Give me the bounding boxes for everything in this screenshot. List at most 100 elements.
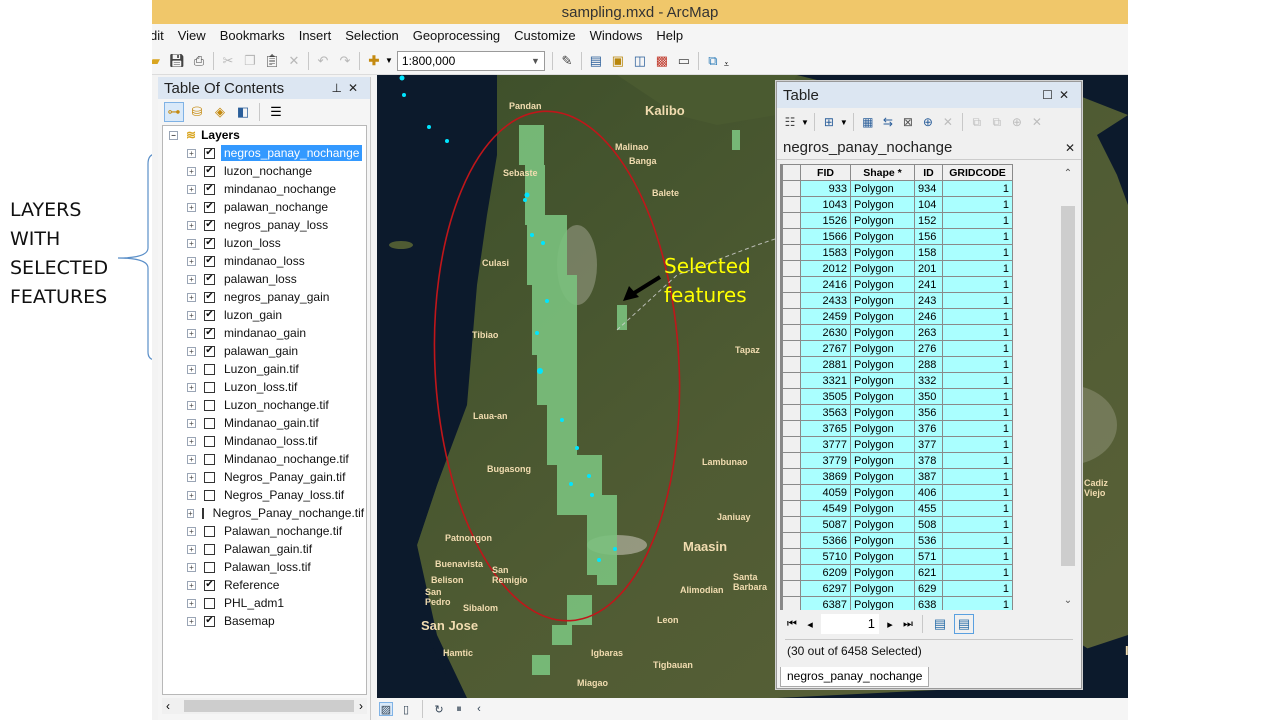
layer-name[interactable]: Palawan_gain.tif <box>221 541 315 557</box>
cell-shape[interactable]: Polygon <box>850 548 915 565</box>
expand-icon[interactable]: + <box>187 490 196 500</box>
layer-name[interactable]: negros_panay_nochange <box>221 145 363 161</box>
cell-gridcode[interactable]: 1 <box>942 532 1013 549</box>
cell-id[interactable]: 376 <box>914 420 943 437</box>
layer-visibility-checkbox[interactable] <box>204 399 215 411</box>
layer-name[interactable]: mindanao_loss <box>221 253 308 269</box>
table-row[interactable]: 2767 Polygon 276 1 <box>782 340 1013 357</box>
layer-name[interactable]: Luzon_nochange.tif <box>221 397 332 413</box>
layer-name[interactable]: Basemap <box>221 613 278 629</box>
row-selector[interactable] <box>782 532 801 549</box>
cell-id[interactable]: 377 <box>914 436 943 453</box>
cell-id[interactable]: 201 <box>914 260 943 277</box>
layer-name[interactable]: Mindanao_nochange.tif <box>221 451 352 467</box>
cell-gridcode[interactable]: 1 <box>942 548 1013 565</box>
layer-name[interactable]: Luzon_loss.tif <box>221 379 300 395</box>
expand-icon[interactable]: + <box>187 256 196 266</box>
layer-visibility-checkbox[interactable] <box>204 435 215 447</box>
cell-gridcode[interactable]: 1 <box>942 308 1013 325</box>
python-icon[interactable]: ▭ <box>675 52 693 70</box>
cell-id[interactable]: 621 <box>914 564 943 581</box>
cell-fid[interactable]: 3777 <box>800 436 851 453</box>
data-view-icon[interactable]: ▨ <box>379 702 393 716</box>
cell-id[interactable]: 629 <box>914 580 943 597</box>
toolbar-overflow-icon[interactable]: ⩡ <box>724 59 729 70</box>
cell-gridcode[interactable]: 1 <box>942 372 1013 389</box>
cell-fid[interactable]: 2012 <box>800 260 851 277</box>
row-selector[interactable] <box>782 420 801 437</box>
cell-fid[interactable]: 6387 <box>800 596 851 610</box>
arctoolbox-icon[interactable]: ▩ <box>653 52 671 70</box>
expand-icon[interactable]: + <box>187 526 196 536</box>
expand-icon[interactable]: + <box>187 220 196 230</box>
menu-edit[interactable]: dit <box>152 28 164 43</box>
cell-id[interactable]: 152 <box>914 212 943 229</box>
cell-shape[interactable]: Polygon <box>850 276 915 293</box>
cell-shape[interactable]: Polygon <box>850 260 915 277</box>
row-selector[interactable] <box>782 260 801 277</box>
cell-fid[interactable]: 1043 <box>800 196 851 213</box>
table-row[interactable]: 933 Polygon 934 1 <box>782 180 1013 197</box>
expand-icon[interactable]: + <box>187 472 196 482</box>
expand-icon[interactable]: + <box>187 274 196 284</box>
expand-icon[interactable]: + <box>187 184 196 194</box>
layer-visibility-checkbox[interactable]: ✔ <box>204 579 215 591</box>
collapse-icon[interactable]: − <box>169 130 178 140</box>
row-selector[interactable] <box>782 468 801 485</box>
expand-icon[interactable]: + <box>187 454 196 464</box>
layer-item[interactable]: + Luzon_nochange.tif <box>163 396 366 414</box>
layer-visibility-checkbox[interactable]: ✔ <box>204 327 215 339</box>
row-selector[interactable] <box>782 356 801 373</box>
chevron-down-icon[interactable]: ▼ <box>531 56 540 66</box>
menu-windows[interactable]: Windows <box>590 28 643 43</box>
layer-item[interactable]: + ✔ luzon_gain <box>163 306 366 324</box>
cell-gridcode[interactable]: 1 <box>942 260 1013 277</box>
cell-gridcode[interactable]: 1 <box>942 468 1013 485</box>
cell-id[interactable]: 288 <box>914 356 943 373</box>
scroll-right-icon[interactable]: › <box>359 699 363 713</box>
table-row[interactable]: 1583 Polygon 158 1 <box>782 244 1013 261</box>
cell-gridcode[interactable]: 1 <box>942 420 1013 437</box>
expand-icon[interactable]: + <box>187 310 196 320</box>
cell-fid[interactable]: 3869 <box>800 468 851 485</box>
cell-id[interactable]: 332 <box>914 372 943 389</box>
cell-gridcode[interactable]: 1 <box>942 340 1013 357</box>
cell-gridcode[interactable]: 1 <box>942 244 1013 261</box>
cell-shape[interactable]: Polygon <box>850 564 915 581</box>
layer-name[interactable]: mindanao_nochange <box>221 181 339 197</box>
layer-item[interactable]: + Mindanao_loss.tif <box>163 432 366 450</box>
options-icon[interactable]: ☰ <box>266 102 286 122</box>
layer-visibility-checkbox[interactable] <box>204 471 215 483</box>
cell-fid[interactable]: 2630 <box>800 324 851 341</box>
layer-item[interactable]: + ✔ negros_panay_gain <box>163 288 366 306</box>
cell-shape[interactable]: Polygon <box>850 244 915 261</box>
cell-fid[interactable]: 2416 <box>800 276 851 293</box>
current-record-field[interactable]: 1 <box>821 614 879 634</box>
cell-id[interactable]: 350 <box>914 388 943 405</box>
expand-icon[interactable]: + <box>187 166 196 176</box>
cell-fid[interactable]: 2767 <box>800 340 851 357</box>
table-row[interactable]: 2630 Polygon 263 1 <box>782 324 1013 341</box>
cell-fid[interactable]: 933 <box>800 180 851 197</box>
row-selector[interactable] <box>782 324 801 341</box>
table-row[interactable]: 3765 Polygon 376 1 <box>782 420 1013 437</box>
cell-gridcode[interactable]: 1 <box>942 356 1013 373</box>
last-record-icon[interactable]: ⏭ <box>901 618 915 631</box>
menu-bookmarks[interactable]: Bookmarks <box>220 28 285 43</box>
layer-visibility-checkbox[interactable]: ✔ <box>204 147 215 159</box>
cell-id[interactable]: 378 <box>914 452 943 469</box>
scrollbar-thumb[interactable] <box>184 700 354 712</box>
pin-icon[interactable]: ⊥ <box>331 81 347 95</box>
row-selector[interactable] <box>782 548 801 565</box>
layer-visibility-checkbox[interactable]: ✔ <box>204 615 215 627</box>
layer-name[interactable]: palawan_loss <box>221 271 300 287</box>
layer-item[interactable]: + ✔ luzon_loss <box>163 234 366 252</box>
cell-shape[interactable]: Polygon <box>850 388 915 405</box>
layer-name[interactable]: palawan_nochange <box>221 199 331 215</box>
expand-icon[interactable]: + <box>187 202 196 212</box>
table-row[interactable]: 5710 Polygon 571 1 <box>782 548 1013 565</box>
layer-item[interactable]: + Luzon_gain.tif <box>163 360 366 378</box>
delete-selected-icon[interactable]: ✕ <box>939 113 957 131</box>
redo-icon[interactable]: ↷ <box>336 52 354 70</box>
cell-shape[interactable]: Polygon <box>850 196 915 213</box>
